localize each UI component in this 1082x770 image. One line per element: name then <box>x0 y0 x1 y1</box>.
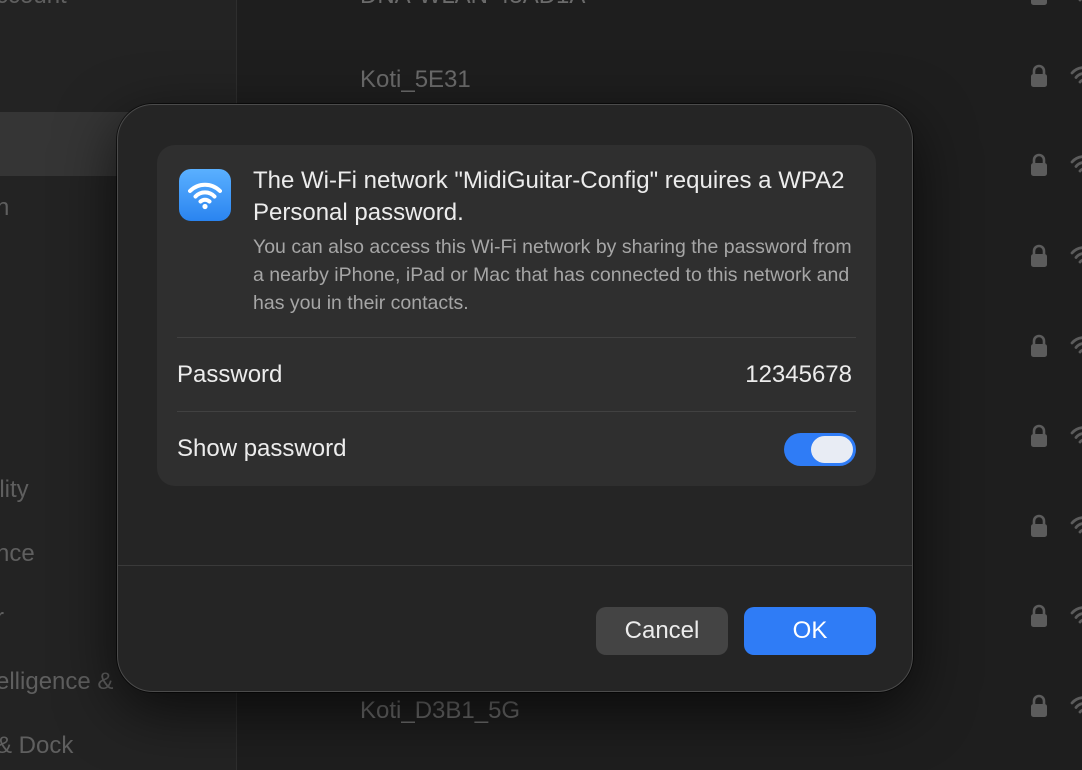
lock-icon <box>1031 244 1047 267</box>
sidebar-item-accessibility[interactable]: ility <box>0 476 29 504</box>
divider <box>177 411 856 412</box>
sidebar-item-desktop-dock[interactable]: & Dock <box>0 732 73 760</box>
lock-icon <box>1031 64 1047 87</box>
wifi-signal-icon <box>1070 696 1082 714</box>
sidebar-item-account[interactable]: Account <box>0 0 67 10</box>
cancel-button[interactable]: Cancel <box>596 607 728 655</box>
lock-icon <box>1031 604 1047 627</box>
lock-icon <box>1031 334 1047 357</box>
sidebar-item-partial-2[interactable]: r <box>0 604 4 632</box>
network-name[interactable]: Koti_5E31 <box>360 66 471 94</box>
dialog-content-card: The Wi-Fi network "MidiGuitar-Config" re… <box>157 145 876 486</box>
password-label: Password <box>177 361 283 388</box>
wifi-signal-icon <box>1070 155 1082 173</box>
wifi-signal-icon <box>1070 246 1082 264</box>
lock-icon <box>1031 694 1047 717</box>
show-password-label: Show password <box>177 435 347 462</box>
wifi-signal-icon <box>1070 516 1082 534</box>
wifi-signal-icon <box>1070 66 1082 84</box>
sidebar-item-apple-intelligence[interactable]: elligence & <box>0 668 113 696</box>
wifi-signal-icon <box>1070 426 1082 444</box>
network-name[interactable]: Koti_D3B1_5G <box>360 697 520 725</box>
sidebar-item-appearance[interactable]: nce <box>0 540 35 568</box>
lock-icon <box>1031 153 1047 176</box>
divider <box>177 337 856 338</box>
footer-divider <box>118 565 912 566</box>
wifi-signal-icon <box>1070 336 1082 354</box>
wifi-signal-icon <box>1070 606 1082 624</box>
password-field[interactable]: 12345678 <box>745 361 852 389</box>
lock-icon <box>1031 0 1047 5</box>
show-password-toggle[interactable] <box>784 433 856 466</box>
toggle-knob <box>811 436 853 463</box>
dialog-title: The Wi-Fi network "MidiGuitar-Config" re… <box>253 167 845 226</box>
network-name[interactable]: DNA-WLAN-45AD1A <box>360 0 585 10</box>
lock-icon <box>1031 514 1047 537</box>
lock-icon <box>1031 424 1047 447</box>
ok-button[interactable]: OK <box>744 607 876 655</box>
wifi-icon <box>179 169 231 221</box>
screen: Account n ility nce r elligence & & Dock… <box>0 0 1082 770</box>
sidebar-item-partial-1[interactable]: n <box>0 194 9 222</box>
wifi-signal-icon <box>1078 0 1082 2</box>
dialog-subtitle: You can also access this Wi-Fi network b… <box>253 236 852 314</box>
wifi-password-dialog: The Wi-Fi network "MidiGuitar-Config" re… <box>117 104 913 692</box>
